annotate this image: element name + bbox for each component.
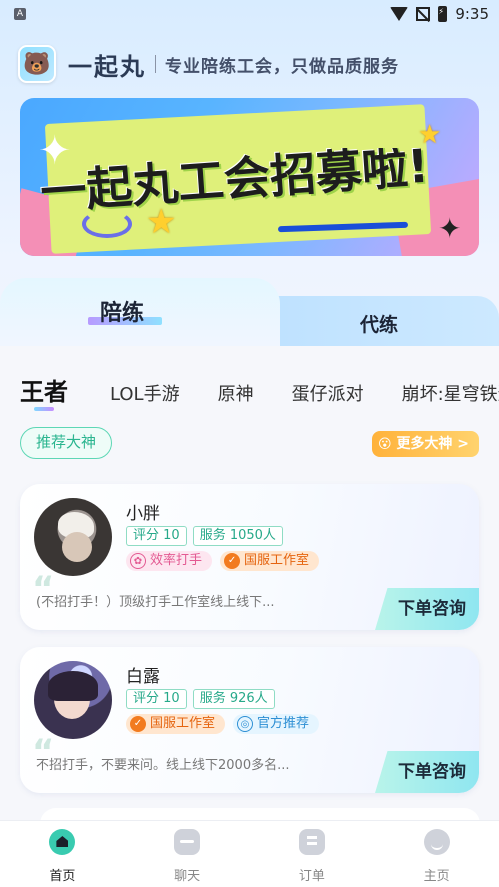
official-recommend-badge: ◎ 官方推荐 [233,714,320,734]
player-badges: ✓ 国服工作室 ◎ 官方推荐 [126,714,320,734]
nav-home-label: 首页 [49,869,76,884]
official-icon: ◎ [237,716,254,732]
nav-profile-label: 主页 [423,869,450,884]
chat-icon [174,829,201,855]
badge-label: 官方推荐 [257,716,310,731]
nav-orders[interactable]: 订单 [250,821,375,887]
status-icons: 9:35 [390,5,489,23]
home-icon [49,829,76,855]
player-stats: 评分 10 服务 926人 [126,689,275,709]
player-description: 不招打手，不要来问。线上线下2000多名... [36,758,290,773]
avatar[interactable] [34,498,112,576]
nav-chat[interactable]: 聊天 [125,821,250,887]
game-tab-honkai[interactable]: 崩坏:星穹铁道 [402,380,499,406]
verified-icon: ✓ [224,553,241,569]
game-tab-danzai[interactable]: 蛋仔派对 [292,380,364,406]
app-logo-icon: 🐻 [18,45,56,83]
bottom-nav: 首页 聊天 订单 主页 [0,820,499,887]
avatar[interactable] [34,661,112,739]
banner-title: 一起丸工会招募啦! [40,148,431,212]
app-slogan: 专业陪练工会，只做品质服务 [165,56,399,77]
service-count-tag: 服务 926人 [192,689,275,709]
status-time: 9:35 [455,5,489,23]
game-tabs: 王者 LOL手游 原神 蛋仔派对 崩坏:星穹铁道 [20,372,499,406]
rating-tag: 评分 10 [126,526,187,546]
order-consult-button[interactable]: 下单咨询 [375,751,479,793]
notification-icon: A [14,8,26,20]
battery-charging-icon [438,6,448,22]
badge-label: 国服工作室 [150,716,216,731]
game-tab-wangzhe[interactable]: 王者 [20,372,68,406]
verified-icon: ✓ [130,716,146,732]
app-name: 一起丸 [68,52,146,81]
rating-tag: 评分 10 [126,689,187,709]
recommend-label: 推荐大神 [20,427,112,459]
more-gods-button[interactable]: 😮 更多大神 > [372,431,479,457]
player-card[interactable]: 白露 评分 10 服务 926人 ✓ 国服工作室 ◎ 官方推荐 “ 不招打手，不… [20,647,479,793]
app-header: 🐻 一起丸 专业陪练工会，只做品质服务 [18,44,488,84]
main-tabs [0,278,499,350]
star-icon: ★ [418,120,442,150]
efficiency-badge: ✿ 效率打手 [126,551,213,571]
game-tab-yuanshen[interactable]: 原神 [218,380,254,406]
banner-swirl [82,210,132,238]
ribbon-icon: ✿ [130,553,146,569]
tab-peilian-label: 陪练 [100,301,145,326]
player-name: 白露 [126,667,160,687]
status-bar: A 9:35 [0,0,499,30]
more-gods-label: 更多大神 > [396,436,470,452]
tab-dailian-label: 代练 [360,314,399,336]
smile-emoji-icon: 😮 [378,437,392,452]
nav-profile[interactable]: 主页 [374,821,499,887]
studio-badge: ✓ 国服工作室 [126,714,226,734]
order-consult-button[interactable]: 下单咨询 [375,588,479,630]
badge-label: 效率打手 [150,553,203,568]
badge-label: 国服工作室 [244,553,310,568]
sparkle-icon: ✦ [438,212,462,245]
order-icon [298,829,325,855]
game-tab-indicator [34,407,54,411]
studio-badge: ✓ 国服工作室 [220,551,320,571]
nav-orders-label: 订单 [298,869,325,884]
service-count-tag: 服务 1050人 [192,526,283,546]
banner-title-wrap: 一起丸工会招募啦! [40,148,460,212]
player-description: (不招打手！）顶级打手工作室线上线下... [36,595,275,610]
game-tab-lol[interactable]: LOL手游 [110,380,180,406]
player-stats: 评分 10 服务 1050人 [126,526,283,546]
player-badges: ✿ 效率打手 ✓ 国服工作室 [126,551,320,571]
nav-chat-label: 聊天 [174,869,201,884]
profile-icon [423,829,450,855]
player-name: 小胖 [126,504,160,524]
wifi-icon [390,7,409,21]
no-signal-icon [416,7,431,21]
nav-home[interactable]: 首页 [0,821,125,887]
header-divider [155,55,156,73]
player-card[interactable]: 小胖 评分 10 服务 1050人 ✿ 效率打手 ✓ 国服工作室 “ (不招打手… [20,484,479,630]
